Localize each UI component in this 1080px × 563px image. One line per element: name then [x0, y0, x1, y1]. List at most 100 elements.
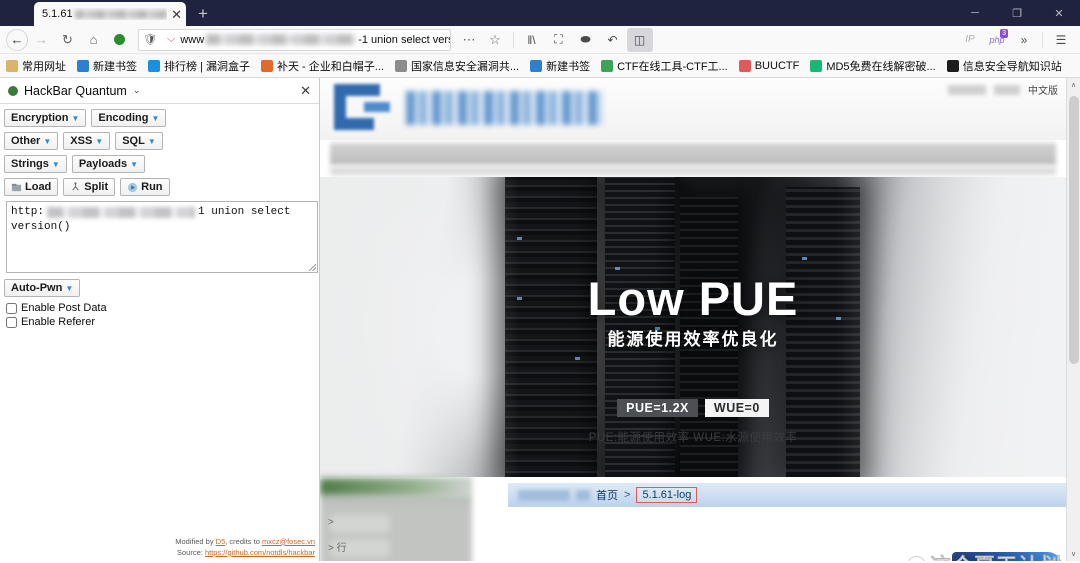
bookmark-item[interactable]: MD5免费在线解密破...	[810, 58, 936, 74]
hackbar-url-textarea[interactable]: http: 1 union select version()	[6, 201, 318, 273]
checkbox-enable-referer[interactable]	[6, 316, 17, 328]
side-panel-item-redacted	[330, 515, 390, 533]
auto-pwn-label: Auto-Pwn	[11, 282, 63, 294]
php-extension-icon[interactable]: php 3	[984, 28, 1010, 52]
hackbar-run-button[interactable]: Run	[120, 178, 170, 196]
bookmark-item[interactable]: BUUCTF	[738, 59, 800, 72]
footer-source-label: Source:	[177, 547, 205, 557]
new-tab-button[interactable]: +	[198, 4, 208, 24]
bookmark-item[interactable]: 补天 - 企业和白帽子...	[260, 58, 384, 74]
auto-pwn-button[interactable]: Auto-Pwn ▼	[4, 279, 81, 297]
hackbar-payloads-button[interactable]: Payloads ▼	[71, 155, 146, 173]
breadcrumb-current: 5.1.61-log	[636, 487, 698, 503]
bookmark-label: 排行榜 | 漏洞盒子	[164, 60, 250, 73]
scrollbar-thumb[interactable]	[1068, 96, 1079, 364]
footer-modified-by: Modified by	[175, 536, 216, 546]
minimize-button[interactable]: ─	[954, 0, 996, 26]
bookmark-item[interactable]: 新建书签	[530, 58, 590, 74]
hackbar-other-button[interactable]: Other ▼	[4, 132, 59, 150]
chevron-down-icon[interactable]: ⌄	[133, 85, 141, 96]
language-switch-link[interactable]: 中文版	[1028, 82, 1058, 97]
tracking-protection-off-icon[interactable]: ⌵	[167, 33, 175, 46]
reload-button[interactable]: ↻	[55, 28, 80, 52]
page-actions-button[interactable]: ⋯	[457, 28, 482, 52]
scroll-up-arrow[interactable]: ∧	[1067, 78, 1080, 92]
url-redacted	[206, 34, 357, 45]
url-text: www -1 union select version()	[180, 34, 449, 46]
address-bar[interactable]: 🛡 ⌵ www -1 union select version()	[138, 28, 451, 51]
back-button[interactable]: ←	[6, 28, 28, 51]
watermark-text: 这个夏天计划	[930, 550, 1062, 562]
overflow-menu-icon[interactable]: »	[1011, 28, 1037, 52]
bookmark-favicon-icon	[530, 59, 543, 72]
browser-tab[interactable]: 5.1.61 ✕	[34, 2, 186, 26]
footer-credit-link[interactable]: mxcz@fosec.vn	[262, 537, 315, 546]
site-logo-text-redacted	[406, 91, 602, 125]
ip-extension-icon[interactable]: IP	[957, 28, 983, 52]
hackbar-xss-button[interactable]: XSS ▼	[63, 132, 111, 150]
hackbar-option-row[interactable]: Enable Referer	[6, 316, 315, 328]
hackbar-load-button[interactable]: Load	[4, 178, 59, 196]
checkbox-enable-post-data[interactable]	[6, 302, 17, 314]
close-sidebar-icon[interactable]: ✕	[300, 83, 311, 99]
divider	[1042, 31, 1043, 48]
bookmarks-bar: 常用网址 新建书签 排行榜 | 漏洞盒子 补天 - 企业和白帽子... 国家信息安全漏洞…	[0, 54, 1080, 78]
bookmark-star-icon[interactable]: ☆	[483, 28, 508, 52]
hero-badges: PUE=1.2X WUE=0	[320, 399, 1066, 417]
shield-icon[interactable]: 🛡	[143, 33, 157, 46]
list-marker: > 行	[328, 543, 347, 554]
bookmark-label: 补天 - 企业和白帽子...	[276, 60, 384, 73]
site-logo[interactable]	[334, 84, 602, 130]
hackbar-encryption-button[interactable]: Encryption ▼	[4, 109, 87, 127]
footer-author-link[interactable]: D5	[216, 537, 226, 546]
side-panel-heading-redacted	[320, 479, 470, 495]
app-menu-icon[interactable]: ☰	[1048, 28, 1074, 52]
bookmark-item[interactable]: 国家信息安全漏洞共...	[394, 58, 519, 74]
footer-source-link[interactable]: https://github.com/notdls/hackbar	[205, 548, 315, 557]
bookmark-item[interactable]: 常用网址	[6, 58, 66, 74]
bookmark-favicon-icon	[601, 59, 614, 72]
chevron-down-icon: ▼	[147, 136, 156, 146]
button-label: SQL	[122, 135, 145, 147]
site-nav-bar-redacted[interactable]	[330, 143, 1056, 165]
close-window-button[interactable]: ✕	[1038, 0, 1080, 26]
bookmark-label: 新建书签	[546, 60, 591, 73]
maximize-button[interactable]: ❐	[996, 0, 1038, 26]
hackbar-sql-button[interactable]: SQL ▼	[115, 132, 163, 150]
hackbar-option-row[interactable]: Enable Post Data	[6, 302, 315, 314]
bookmark-item[interactable]: 排行榜 | 漏洞盒子	[148, 58, 250, 74]
bookmark-item[interactable]: CTF在线工具-CTF工...	[601, 58, 728, 74]
header-redacted-item	[948, 84, 986, 95]
bookmark-item[interactable]: 新建书签	[77, 58, 137, 74]
breadcrumb-home-link[interactable]: 首页	[596, 487, 618, 503]
page-scrollbar[interactable]: ∧ ∨	[1066, 78, 1080, 561]
hackbar-encoding-button[interactable]: Encoding ▼	[91, 109, 167, 127]
home-button[interactable]: ⌂	[81, 28, 106, 52]
hero-caption: PUE:能源使用效率 WUE:水源使用效率	[588, 432, 798, 444]
scroll-down-arrow[interactable]: ∨	[1067, 547, 1080, 561]
forward-button[interactable]: →	[29, 28, 54, 52]
bookmark-item[interactable]: 信息安全导航知识站	[946, 58, 1062, 74]
undo-icon[interactable]: ↶	[600, 28, 626, 52]
scrollbar-track[interactable]	[1067, 92, 1080, 547]
window-controls: ─ ❐ ✕	[954, 0, 1080, 26]
library-icon[interactable]: ‖\	[519, 28, 545, 52]
hackbar-footer-line-1: Modified by D5, credits to mxcz@fosec.vn	[175, 536, 315, 547]
hackbar-url-suffix: 1 union select	[198, 206, 291, 218]
close-tab-icon[interactable]: ✕	[171, 8, 182, 21]
footer-credits: , credits to	[225, 536, 262, 546]
screenshot-icon[interactable]: ⛶	[546, 28, 572, 52]
hackbar-split-button[interactable]: Split	[63, 178, 116, 196]
hackbar-url-line-1: http: 1 union select	[11, 205, 313, 220]
bookmark-label: BUUCTF	[754, 59, 800, 72]
site-header-right: 中文版	[948, 82, 1058, 97]
checkbox-label: Enable Referer	[21, 316, 95, 328]
breadcrumb-redacted	[576, 489, 590, 501]
hackbar-url-prefix: http:	[11, 206, 45, 218]
sidebar-toggle-icon[interactable]: ◫	[626, 27, 653, 52]
comment-icon[interactable]: ⬬	[573, 28, 599, 52]
bookmark-favicon-icon	[946, 59, 959, 72]
resize-handle[interactable]	[309, 264, 316, 271]
hackbar-strings-button[interactable]: Strings ▼	[4, 155, 67, 173]
hackbar-action-row: Load Split Run	[4, 178, 315, 196]
